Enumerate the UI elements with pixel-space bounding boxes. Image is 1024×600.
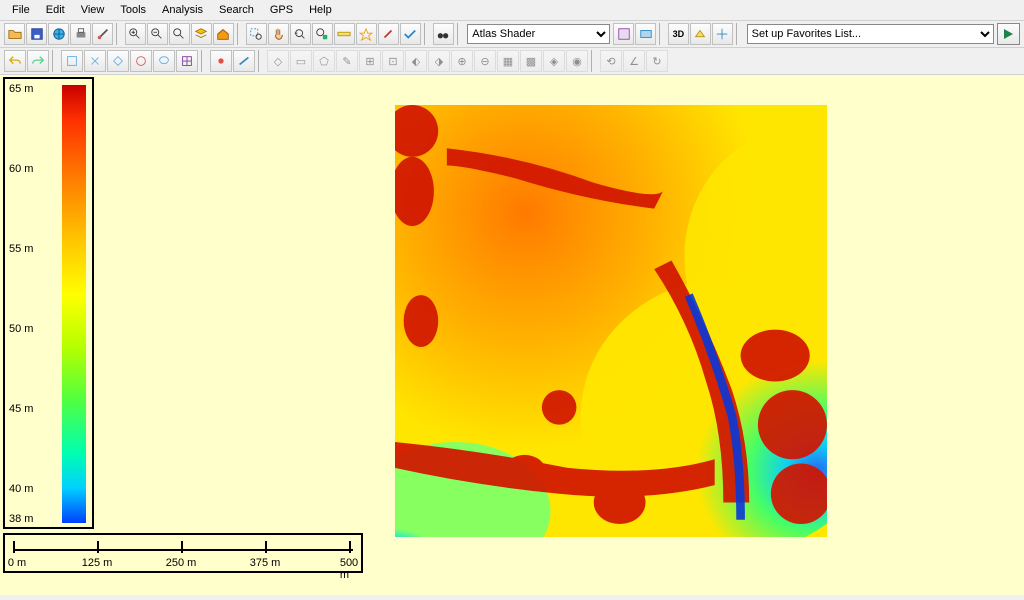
undo-icon[interactable] bbox=[4, 50, 26, 72]
pan-icon[interactable] bbox=[268, 23, 289, 45]
scale-0: 0 m bbox=[8, 557, 26, 569]
tool-q-icon: ↻ bbox=[646, 50, 668, 72]
select-polygon-icon[interactable] bbox=[107, 50, 129, 72]
tool-n-icon: ◉ bbox=[566, 50, 588, 72]
elevation-raster[interactable] bbox=[395, 105, 827, 537]
run-button[interactable] bbox=[997, 23, 1020, 45]
legend-tick-38: 38 m bbox=[9, 513, 33, 525]
select-area-icon[interactable] bbox=[84, 50, 106, 72]
tool-o-icon: ⟲ bbox=[600, 50, 622, 72]
home-icon[interactable] bbox=[213, 23, 234, 45]
tool-m-icon: ◈ bbox=[543, 50, 565, 72]
zoom-select-icon[interactable] bbox=[246, 23, 267, 45]
zoom-out-icon[interactable] bbox=[147, 23, 168, 45]
scale-125: 125 m bbox=[82, 557, 113, 569]
elevation-legend: 65 m 60 m 55 m 50 m 45 m 40 m 38 m bbox=[3, 77, 94, 529]
tool-f-icon: ⊡ bbox=[382, 50, 404, 72]
tool-i-icon: ⊕ bbox=[451, 50, 473, 72]
identify-icon[interactable] bbox=[356, 23, 377, 45]
toolbar-1: Atlas Shader 3D Set up Favorites List... bbox=[0, 21, 1024, 48]
tool-l-icon: ▩ bbox=[520, 50, 542, 72]
tool-h-icon: ⬗ bbox=[428, 50, 450, 72]
shader-select[interactable]: Atlas Shader bbox=[467, 24, 610, 44]
info-icon[interactable] bbox=[400, 23, 421, 45]
tool-k-icon: ▦ bbox=[497, 50, 519, 72]
zoom-scale-icon[interactable] bbox=[312, 23, 333, 45]
save-icon[interactable] bbox=[26, 23, 47, 45]
measure-icon[interactable] bbox=[334, 23, 355, 45]
binoculars-icon[interactable] bbox=[433, 23, 454, 45]
menu-file[interactable]: File bbox=[4, 2, 38, 18]
layers-icon[interactable] bbox=[191, 23, 212, 45]
zoom-prev-icon[interactable] bbox=[290, 23, 311, 45]
menu-edit[interactable]: Edit bbox=[38, 2, 73, 18]
shader-apply-icon[interactable] bbox=[613, 23, 634, 45]
tool-a-icon: ◇ bbox=[267, 50, 289, 72]
open-icon[interactable] bbox=[4, 23, 25, 45]
3d-mode-icon[interactable]: 3D bbox=[668, 23, 689, 45]
legend-tick-50: 50 m bbox=[9, 323, 33, 335]
digitize-point-icon[interactable] bbox=[210, 50, 232, 72]
redo-icon[interactable] bbox=[27, 50, 49, 72]
menu-tools[interactable]: Tools bbox=[112, 2, 154, 18]
menu-analysis[interactable]: Analysis bbox=[154, 2, 211, 18]
zoom-in-icon[interactable] bbox=[125, 23, 146, 45]
tool-d-icon: ✎ bbox=[336, 50, 358, 72]
zoom-full-icon[interactable] bbox=[169, 23, 190, 45]
tool-j-icon: ⊖ bbox=[474, 50, 496, 72]
tool-b-icon: ▭ bbox=[290, 50, 312, 72]
scale-250: 250 m bbox=[166, 557, 197, 569]
map-viewport[interactable]: 65 m 60 m 55 m 50 m 45 m 40 m 38 m 0 m 1… bbox=[0, 75, 1024, 595]
shader-options-icon[interactable] bbox=[635, 23, 656, 45]
tool-p-icon: ∠ bbox=[623, 50, 645, 72]
legend-tick-40: 40 m bbox=[9, 483, 33, 495]
grid-icon[interactable] bbox=[176, 50, 198, 72]
favorites-select[interactable]: Set up Favorites List... bbox=[747, 24, 994, 44]
legend-tick-65: 65 m bbox=[9, 83, 33, 95]
scale-500: 500 m bbox=[340, 557, 358, 581]
tool-g-icon: ⬖ bbox=[405, 50, 427, 72]
scale-bar: 0 m 125 m 250 m 375 m 500 m bbox=[3, 533, 363, 573]
point-icon[interactable] bbox=[378, 23, 399, 45]
3d-fly-icon[interactable] bbox=[712, 23, 733, 45]
menu-gps[interactable]: GPS bbox=[262, 2, 301, 18]
3d-view-icon[interactable] bbox=[690, 23, 711, 45]
tool-e-icon: ⊞ bbox=[359, 50, 381, 72]
legend-tick-45: 45 m bbox=[9, 403, 33, 415]
digitize-line-icon[interactable] bbox=[233, 50, 255, 72]
edit-new-icon[interactable] bbox=[61, 50, 83, 72]
globe-icon[interactable] bbox=[48, 23, 69, 45]
legend-tick-60: 60 m bbox=[9, 163, 33, 175]
menubar: File Edit View Tools Analysis Search GPS… bbox=[0, 0, 1024, 21]
tool-c-icon: ⬠ bbox=[313, 50, 335, 72]
toolbar-2: ◇ ▭ ⬠ ✎ ⊞ ⊡ ⬖ ⬗ ⊕ ⊖ ▦ ▩ ◈ ◉ ⟲ ∠ ↻ bbox=[0, 48, 1024, 75]
config-icon[interactable] bbox=[92, 23, 113, 45]
select-circle-icon[interactable] bbox=[130, 50, 152, 72]
print-icon[interactable] bbox=[70, 23, 91, 45]
menu-view[interactable]: View bbox=[73, 2, 113, 18]
menu-search[interactable]: Search bbox=[211, 2, 262, 18]
legend-gradient bbox=[62, 85, 86, 523]
scale-375: 375 m bbox=[250, 557, 281, 569]
select-lasso-icon[interactable] bbox=[153, 50, 175, 72]
menu-help[interactable]: Help bbox=[301, 2, 340, 18]
legend-tick-55: 55 m bbox=[9, 243, 33, 255]
